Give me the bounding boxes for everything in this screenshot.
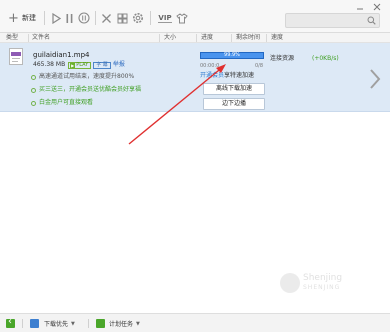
- report-link[interactable]: 举报: [113, 61, 125, 69]
- back-icon: [6, 316, 15, 328]
- column-speed[interactable]: 速度: [271, 34, 283, 42]
- scheduled-tasks-button[interactable]: 计划任务 ▼: [96, 318, 140, 329]
- column-remaining[interactable]: 剩余时间: [236, 34, 260, 42]
- start-button[interactable]: [50, 11, 62, 25]
- column-divider[interactable]: [231, 34, 232, 42]
- column-size[interactable]: 大小: [164, 34, 176, 42]
- column-divider[interactable]: [266, 34, 267, 42]
- minimize-icon: [357, 8, 363, 10]
- elapsed-time: 00:00:0: [200, 63, 220, 69]
- play-while-downloading-button[interactable]: 边下边播: [203, 98, 265, 110]
- back-button[interactable]: [6, 316, 19, 329]
- chevron-right-icon: [370, 69, 381, 89]
- new-task-label: 新建: [21, 14, 36, 22]
- watermark-sub: SHENJING: [303, 284, 341, 291]
- task-filename: guilaidian1.mp4: [33, 51, 90, 59]
- pause-button[interactable]: [63, 11, 75, 25]
- info-line: 高速通道试用结束，速度提升800%: [31, 73, 134, 81]
- settings-button[interactable]: [132, 11, 144, 25]
- info-line[interactable]: 买三送三，开通会员送优酷会员好享福: [31, 86, 141, 94]
- delete-button[interactable]: [100, 11, 112, 25]
- download-priority-button[interactable]: 下载优先 ▼: [30, 318, 75, 329]
- pause-icon: [66, 13, 72, 23]
- play-badge-label: PLAY: [76, 62, 89, 68]
- info-line[interactable]: 白金用户可直接观看: [31, 99, 93, 107]
- column-divider[interactable]: [28, 34, 29, 42]
- play-icon: [51, 12, 61, 24]
- watermark: Shenjing SHENJING: [280, 273, 342, 293]
- vip-rest-text: 享特速加速: [224, 72, 255, 79]
- close-window-button[interactable]: [373, 3, 381, 11]
- vip-open-link[interactable]: 开通会员: [200, 72, 224, 79]
- close-icon: [101, 13, 111, 23]
- play-icon: ▶: [70, 62, 76, 68]
- resource-label: 连接资源: [270, 55, 295, 62]
- expand-panel-button[interactable]: [368, 68, 382, 90]
- task-meta: 465.38 MB ▶ PLAY 字 幕 举报: [33, 61, 125, 69]
- status-dot-icon: [31, 100, 36, 106]
- pause-circle-icon: [78, 12, 90, 24]
- column-divider[interactable]: [159, 34, 160, 42]
- toolbar: + 新建 VIP: [0, 0, 390, 33]
- task-row[interactable]: guilaidian1.mp4 465.38 MB ▶ PLAY 字 幕 举报 …: [0, 43, 390, 112]
- bottom-divider: [88, 319, 89, 328]
- progress-bar: 99.9%: [200, 52, 264, 59]
- info-text[interactable]: 白金用户可直接观看: [39, 99, 93, 107]
- status-dot-icon: [31, 74, 36, 80]
- close-icon: [373, 3, 381, 11]
- toolbar-divider: [44, 11, 45, 25]
- vip-accelerate-link[interactable]: 开通会员享特速加速: [200, 72, 254, 80]
- download-priority-icon: [30, 319, 39, 328]
- watermark-logo-icon: [280, 273, 300, 293]
- status-dot-icon: [31, 87, 36, 93]
- list-view-button[interactable]: [116, 11, 128, 25]
- watermark-brand: Shenjing: [303, 273, 343, 283]
- column-header: 类型 文件名 大小 进度 剩余时间 速度: [0, 33, 390, 43]
- bottom-divider: [22, 319, 23, 328]
- gear-icon: [133, 13, 143, 23]
- minimize-button[interactable]: [356, 3, 364, 11]
- scheduled-tasks-icon: [96, 319, 105, 328]
- subtitle-badge-label: 字 幕: [96, 62, 108, 68]
- resource-speed: (+0KB/s): [312, 55, 339, 62]
- vip-button[interactable]: VIP: [156, 11, 174, 25]
- offline-download-button[interactable]: 离线下载加速: [203, 83, 265, 95]
- task-size: 465.38 MB: [33, 61, 66, 68]
- subtitle-badge[interactable]: 字 幕: [93, 61, 111, 69]
- skin-button[interactable]: [176, 11, 188, 25]
- pause-all-button[interactable]: [78, 11, 90, 25]
- download-priority-label: 下载优先: [44, 321, 69, 328]
- caret-down-icon: ▼: [136, 320, 140, 327]
- new-task-button[interactable]: + 新建: [4, 11, 40, 25]
- bottom-bar: 下载优先 ▼ 计划任务 ▼: [0, 313, 390, 332]
- column-progress[interactable]: 进度: [201, 34, 213, 42]
- play-badge[interactable]: ▶ PLAY: [68, 61, 92, 69]
- plus-icon: +: [8, 10, 19, 26]
- progress-text: 99.9%: [224, 52, 240, 58]
- search-icon: [367, 16, 376, 25]
- shirt-icon: [176, 12, 188, 23]
- search-input[interactable]: [285, 13, 380, 28]
- watermark-text: Shenjing SHENJING: [303, 273, 342, 293]
- column-divider[interactable]: [196, 34, 197, 42]
- caret-down-icon: ▼: [71, 320, 75, 327]
- info-text: 高速通道试用结束，速度提升800%: [39, 73, 135, 80]
- video-file-icon: [9, 48, 23, 65]
- grid-icon: [117, 13, 127, 23]
- column-type[interactable]: 类型: [6, 34, 18, 42]
- scheduled-tasks-label: 计划任务: [109, 321, 134, 328]
- toolbar-divider: [150, 11, 151, 25]
- vip-label: VIP: [158, 13, 172, 23]
- toolbar-divider: [95, 11, 96, 25]
- source-ratio: 0/8: [255, 63, 264, 69]
- info-text[interactable]: 买三送三，开通会员送优酷会员好享福: [39, 86, 141, 94]
- column-filename[interactable]: 文件名: [32, 34, 50, 42]
